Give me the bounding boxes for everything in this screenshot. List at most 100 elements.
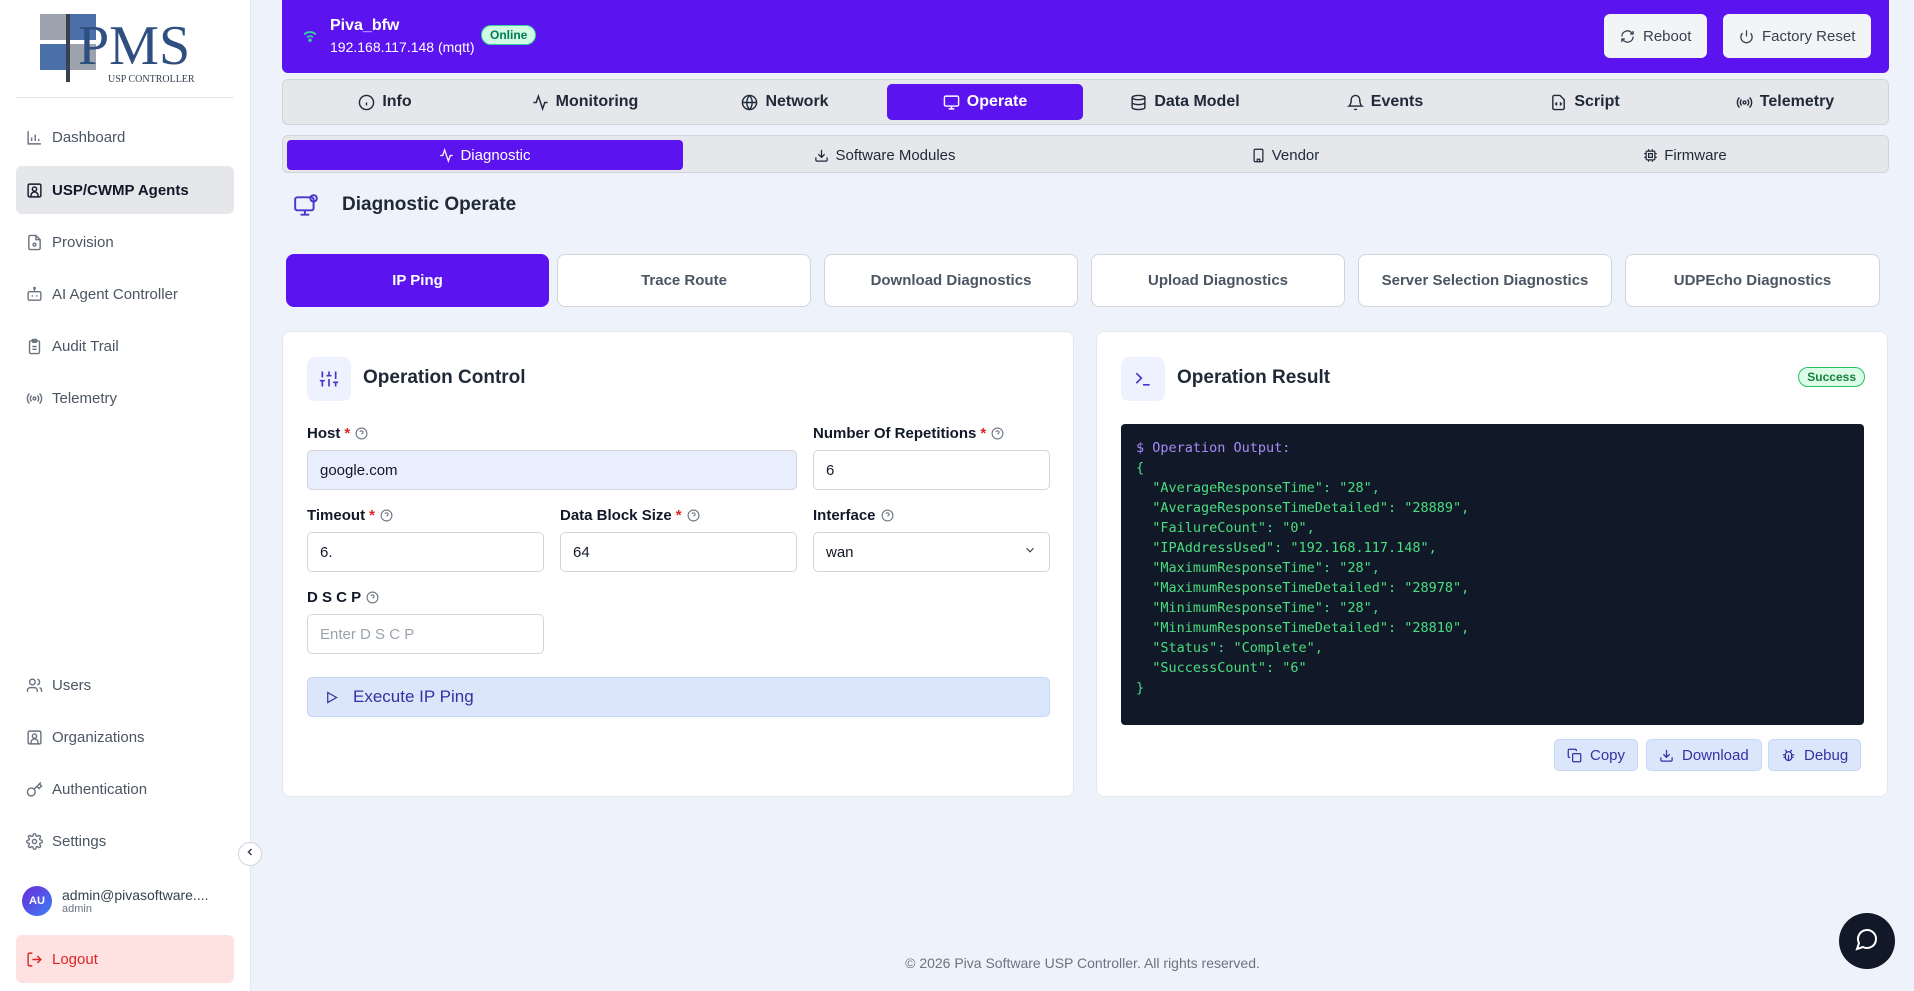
reboot-button[interactable]: Reboot <box>1604 14 1708 58</box>
collapse-sidebar-button[interactable] <box>238 842 262 866</box>
pms-logo-icon: PMS USP CONTROLLER <box>40 14 195 85</box>
sidebar-item-organizations[interactable]: Organizations <box>16 713 234 761</box>
help-icon[interactable] <box>687 509 700 522</box>
interface-select[interactable]: wan <box>813 532 1050 572</box>
download-icon <box>1659 748 1674 763</box>
footer: © 2026 Piva Software USP Controller. All… <box>905 955 1260 971</box>
subtab-software-modules[interactable]: Software Modules <box>687 140 1083 170</box>
radio-icon <box>25 389 43 407</box>
tab-label: Events <box>1370 93 1424 110</box>
subtab-firmware[interactable]: Firmware <box>1487 140 1883 170</box>
tab-label: Info <box>382 93 412 110</box>
tab-network[interactable]: Network <box>687 84 883 120</box>
sidebar-item-label: Telemetry <box>52 389 118 407</box>
block-size-input[interactable] <box>560 532 797 572</box>
sidebar-item-ai-agent-controller[interactable]: AI Agent Controller <box>16 270 234 318</box>
diag-tab-ip-ping[interactable]: IP Ping <box>286 254 549 307</box>
host-input[interactable] <box>307 450 797 490</box>
user-profile[interactable]: AU admin@pivasoftware.... admin <box>22 883 234 919</box>
subtab-label: Diagnostic <box>460 146 531 164</box>
agents-icon <box>25 181 43 199</box>
sidebar-item-audit-trail[interactable]: Audit Trail <box>16 322 234 370</box>
tab-data-model[interactable]: Data Model <box>1087 84 1283 120</box>
diag-tab-server-selection[interactable]: Server Selection Diagnostics <box>1358 254 1612 307</box>
tab-operate[interactable]: Operate <box>887 84 1083 120</box>
tab-telemetry[interactable]: Telemetry <box>1687 84 1883 120</box>
avatar: AU <box>22 886 52 916</box>
result-status-badge: Success <box>1798 367 1865 387</box>
diag-tab-upload[interactable]: Upload Diagnostics <box>1091 254 1345 307</box>
user-email: admin@pivasoftware.... <box>62 887 209 903</box>
help-icon[interactable] <box>366 591 379 604</box>
copy-button[interactable]: Copy <box>1554 739 1639 771</box>
label-text: Host <box>307 425 341 442</box>
key-icon <box>25 780 43 798</box>
subtab-vendor[interactable]: Vendor <box>1087 140 1483 170</box>
subtab-diagnostic[interactable]: Diagnostic <box>287 140 683 170</box>
output-line: "Status": "Complete", <box>1136 640 1323 656</box>
tab-label: Operate <box>966 93 1028 110</box>
factory-reset-label: Factory Reset <box>1762 27 1856 45</box>
execute-ip-ping-button[interactable]: Execute IP Ping <box>307 677 1050 717</box>
output-terminal: $ Operation Output: { "AverageResponseTim… <box>1121 424 1864 725</box>
sidebar-item-label: Organizations <box>52 728 145 746</box>
tab-monitoring[interactable]: Monitoring <box>487 84 683 120</box>
subtab-label: Firmware <box>1664 146 1727 164</box>
output-line: { <box>1136 460 1145 476</box>
bar-chart-icon <box>25 128 43 146</box>
sidebar-item-label: Dashboard <box>52 128 126 146</box>
output-line: "IPAddressUsed": "192.168.117.148", <box>1136 540 1437 556</box>
dscp-label: D S C P <box>307 589 379 606</box>
download-button[interactable]: Download <box>1646 739 1762 771</box>
output-line: "MinimumResponseTime": "28", <box>1136 600 1380 616</box>
sidebar: PMS USP CONTROLLER Dashboard USP/CWMP Ag… <box>0 0 251 991</box>
tab-info[interactable]: Info <box>287 84 483 120</box>
tab-label: Data Model <box>1154 93 1240 110</box>
tab-events[interactable]: Events <box>1287 84 1483 120</box>
sliders-icon <box>307 357 351 401</box>
sidebar-item-telemetry[interactable]: Telemetry <box>16 374 234 422</box>
output-line: "MinimumResponseTimeDetailed": "28810", <box>1136 620 1470 636</box>
chevron-left-icon <box>244 845 256 863</box>
output-line: "AverageResponseTimeDetailed": "28889", <box>1136 500 1470 516</box>
required-mark: * <box>980 425 987 442</box>
building-icon <box>1251 148 1266 163</box>
database-icon <box>1130 94 1147 111</box>
output-line: "SuccessCount": "6" <box>1136 660 1307 676</box>
required-mark: * <box>344 425 351 442</box>
svg-text:USP CONTROLLER: USP CONTROLLER <box>108 74 195 85</box>
help-icon[interactable] <box>991 427 1004 440</box>
label-text: Timeout <box>307 507 366 524</box>
sidebar-item-dashboard[interactable]: Dashboard <box>16 113 234 161</box>
interface-label: Interface <box>813 507 894 524</box>
help-icon[interactable] <box>881 509 894 522</box>
interface-value: wan <box>826 543 854 561</box>
sidebar-item-provision[interactable]: Provision <box>16 218 234 266</box>
status-badge: Online <box>481 25 537 45</box>
factory-reset-button[interactable]: Factory Reset <box>1723 14 1872 58</box>
sidebar-item-agents[interactable]: USP/CWMP Agents <box>16 166 234 214</box>
help-icon[interactable] <box>355 427 368 440</box>
sidebar-item-users[interactable]: Users <box>16 661 234 709</box>
operate-subtabs: Diagnostic Software Modules Vendor Firmw… <box>282 135 1889 173</box>
diag-tab-trace-route[interactable]: Trace Route <box>557 254 811 307</box>
sidebar-item-settings[interactable]: Settings <box>16 817 234 865</box>
sidebar-item-label: Authentication <box>52 780 148 798</box>
dscp-input[interactable] <box>307 614 544 654</box>
repetitions-input[interactable] <box>813 450 1050 490</box>
device-name: Piva_bfw <box>330 17 400 34</box>
diag-tab-udpecho[interactable]: UDPEcho Diagnostics <box>1625 254 1880 307</box>
output-line: "AverageResponseTime": "28", <box>1136 480 1380 496</box>
tab-script[interactable]: Script <box>1487 84 1683 120</box>
terminal-icon <box>1121 357 1165 401</box>
debug-button[interactable]: Debug <box>1768 739 1862 771</box>
timeout-input[interactable] <box>307 532 544 572</box>
chat-button[interactable] <box>1839 913 1895 969</box>
logout-button[interactable]: Logout <box>16 935 234 983</box>
sidebar-item-authentication[interactable]: Authentication <box>16 765 234 813</box>
help-icon[interactable] <box>380 509 393 522</box>
diag-tab-download[interactable]: Download Diagnostics <box>824 254 1078 307</box>
bug-icon <box>1781 748 1796 763</box>
logo[interactable]: PMS USP CONTROLLER <box>16 10 234 98</box>
output-line: "FailureCount": "0", <box>1136 520 1315 536</box>
